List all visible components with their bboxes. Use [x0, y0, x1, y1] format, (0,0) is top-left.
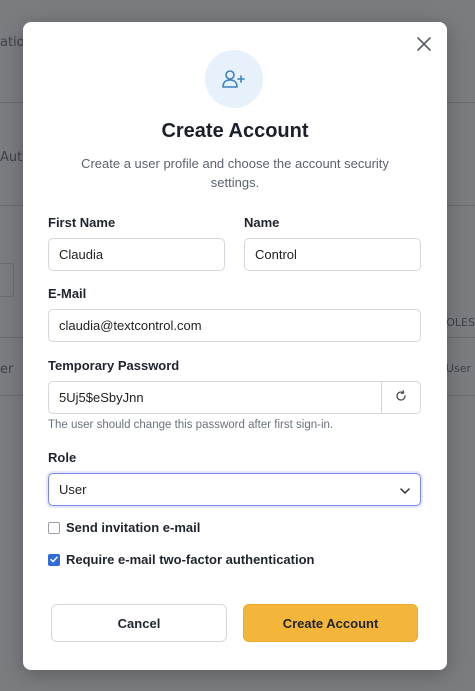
require-2fa-checkbox[interactable] — [48, 553, 60, 566]
name-input[interactable]: Control — [244, 238, 421, 271]
send-invitation-checkbox[interactable] — [48, 521, 60, 534]
require-2fa-label: Require e-mail two-factor authentication — [66, 552, 315, 567]
send-invitation-option[interactable]: Send invitation e-mail — [48, 520, 200, 535]
email-input[interactable]: claudia@textcontrol.com — [48, 309, 421, 342]
bg-fragment: er — [0, 362, 14, 377]
dialog-title: Create Account — [161, 120, 309, 142]
email-value: claudia@textcontrol.com — [59, 318, 202, 333]
password-input[interactable]: 5Uj5$eSbyJnn — [48, 381, 382, 414]
regenerate-password-button[interactable] — [381, 381, 421, 414]
close-icon[interactable] — [415, 35, 433, 53]
chevron-down-icon — [400, 482, 410, 497]
cancel-button[interactable]: Cancel — [51, 604, 227, 642]
name-label: Name — [244, 215, 280, 230]
role-value: User — [59, 482, 87, 497]
refresh-icon — [395, 389, 407, 407]
send-invitation-label: Send invitation e-mail — [66, 520, 201, 535]
bg-input — [0, 263, 14, 297]
user-plus-icon — [205, 50, 263, 108]
role-label: Role — [48, 450, 77, 465]
require-2fa-option[interactable]: Require e-mail two-factor authentication — [48, 552, 314, 567]
role-select[interactable]: User — [48, 473, 421, 506]
password-label: Temporary Password — [48, 358, 180, 373]
password-value: 5Uj5$eSbyJnn — [59, 390, 144, 405]
first-name-input[interactable]: Claudia — [48, 238, 225, 271]
name-value: Control — [255, 247, 297, 262]
bg-fragment: atio — [0, 35, 25, 50]
create-account-dialog: Create Account Create a user profile and… — [23, 22, 447, 670]
email-label: E-Mail — [48, 286, 87, 301]
bg-fragment: User — [445, 362, 471, 375]
create-account-button[interactable]: Create Account — [243, 604, 418, 642]
first-name-label: First Name — [48, 215, 116, 230]
dialog-subtitle: Create a user profile and choose the acc… — [81, 156, 389, 190]
first-name-value: Claudia — [59, 247, 104, 262]
password-hint: The user should change this password aft… — [48, 419, 334, 431]
